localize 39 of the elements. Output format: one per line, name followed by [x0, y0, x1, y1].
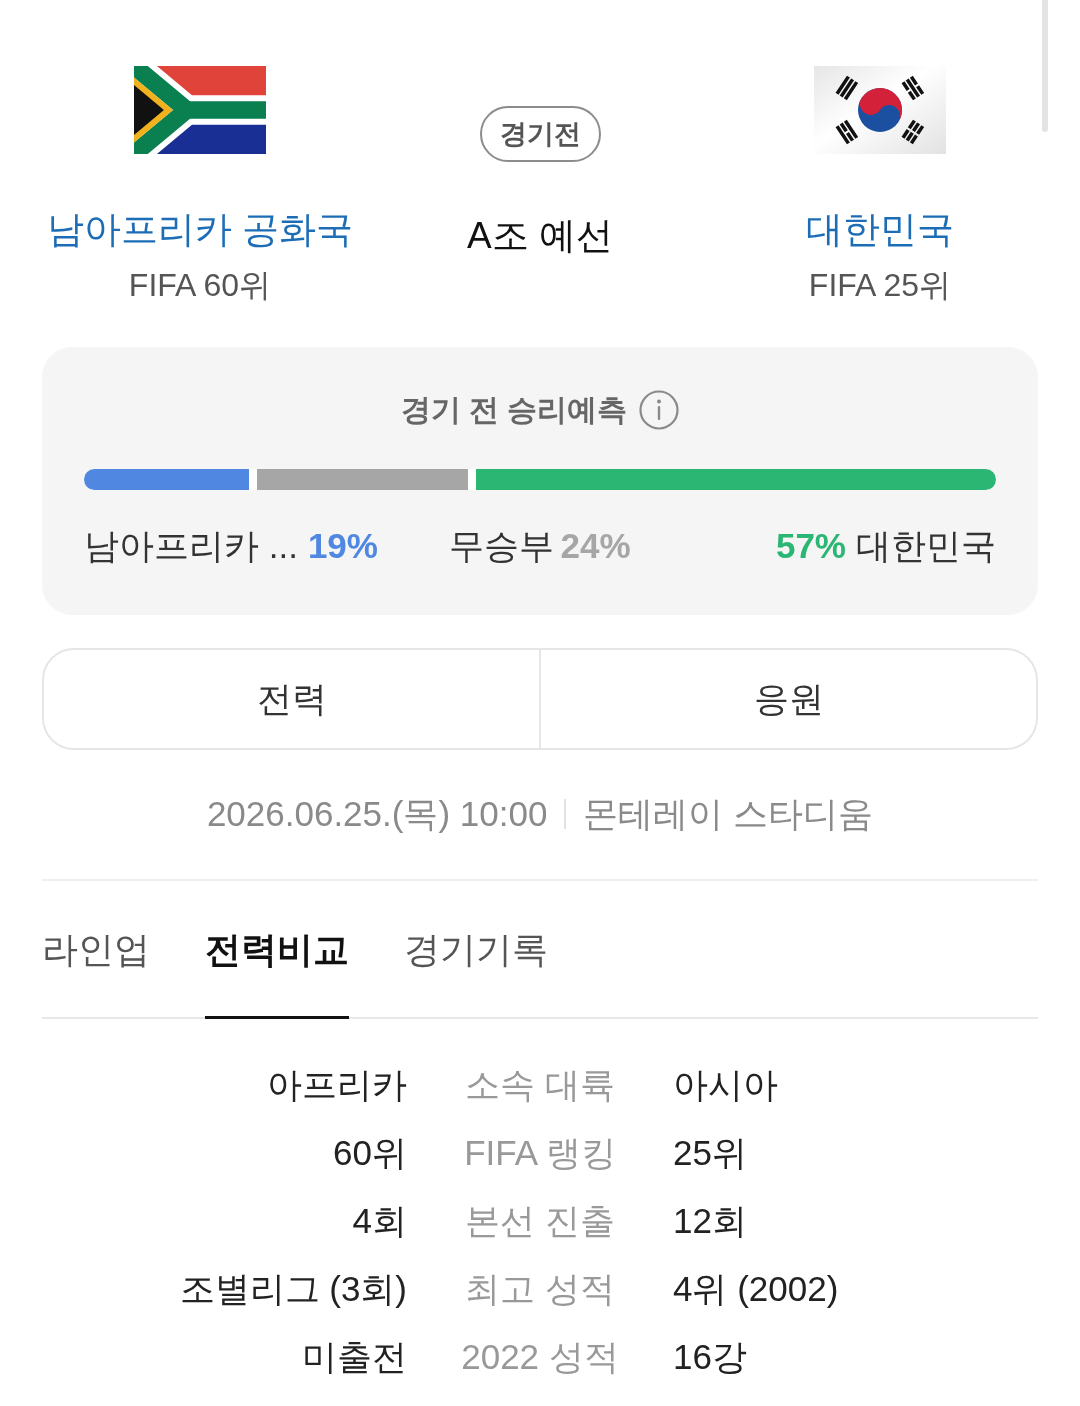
stat-label: 본선 진출	[465, 1200, 615, 1242]
stat-value: 25위	[673, 1132, 747, 1174]
option-button[interactable]: 응원	[541, 648, 1038, 750]
flag-icon	[814, 66, 946, 154]
option-button[interactable]: 전력	[42, 648, 541, 750]
match-stage: A조 예선	[467, 214, 613, 258]
stat-value: 4회	[352, 1200, 407, 1242]
tab[interactable]: 라인업	[42, 881, 150, 1019]
stat-label: 2022 성적	[461, 1336, 619, 1378]
outcome-percent: 19%	[307, 525, 378, 567]
stat-value: 미출전	[302, 1336, 407, 1378]
team-rank: FIFA 60위	[128, 266, 272, 305]
outcome-label: 무승부	[449, 525, 555, 567]
stat-label: FIFA 랭킹	[464, 1132, 616, 1174]
tab[interactable]: 경기기록	[404, 881, 548, 1019]
team-name[interactable]: 대한민국	[806, 206, 954, 254]
flag-icon	[134, 66, 266, 154]
outcome-label: 남아프리카 ...	[84, 525, 298, 567]
outcome-percent: 24%	[560, 525, 631, 567]
stat-value: 12회	[673, 1200, 747, 1242]
stat-value: 아시아	[673, 1064, 778, 1106]
prediction-title: 경기 전 승리예측	[400, 392, 628, 428]
scrollbar-thumb[interactable]	[1042, 0, 1048, 132]
tab[interactable]: 전력비교	[205, 881, 349, 1019]
team-name[interactable]: 남아프리카 공화국	[46, 206, 354, 254]
stat-value: 아프리카	[267, 1064, 407, 1106]
status-badge: 경기전	[479, 106, 601, 162]
stat-value: 16강	[673, 1336, 747, 1378]
stat-value: 4위 (2002)	[673, 1268, 839, 1310]
stat-value: 조별리그 (3회)	[179, 1268, 407, 1310]
outcome-label: 대한민국	[856, 525, 996, 567]
outcome-percent: 57%	[775, 525, 846, 567]
info-icon[interactable]	[639, 390, 680, 430]
stat-value: 60위	[333, 1132, 407, 1174]
stat-label: 최고 성적	[465, 1268, 615, 1310]
match-datetime: 2026.06.25.(목) 10:00	[206, 793, 548, 835]
stat-label: 소속 대륙	[465, 1064, 615, 1106]
team-rank: FIFA 25위	[808, 266, 952, 305]
match-venue: 몬테레이 스타디움	[583, 793, 874, 835]
